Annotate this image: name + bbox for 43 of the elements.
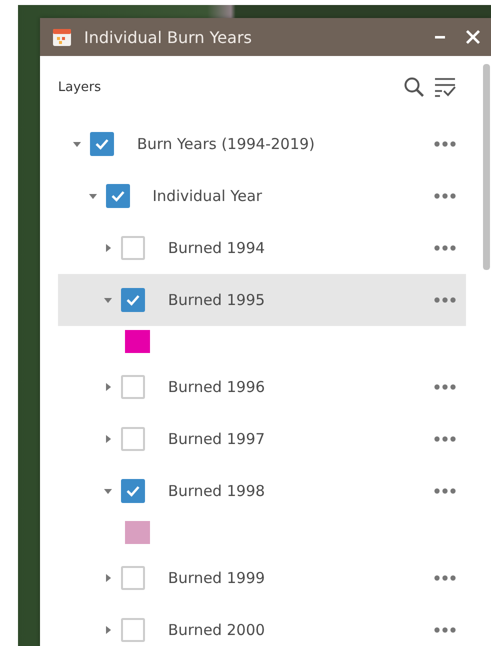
more-options-icon[interactable] [434,245,456,251]
layer-label: Burned 1995 [168,291,266,309]
caret-right-icon[interactable] [103,382,113,392]
layer-label: Burn Years (1994-2019) [137,135,316,153]
caret-right-icon[interactable] [103,573,113,583]
more-options-icon[interactable] [434,627,456,633]
layer-label: Burned 2000 [168,621,266,639]
layer-label: Burned 1996 [168,378,266,396]
checkbox[interactable] [121,618,145,642]
window-title: Individual Burn Years [84,28,253,46]
filter-list-icon[interactable] [433,76,457,98]
checkbox[interactable] [121,375,145,399]
more-options-icon[interactable] [434,141,456,147]
checkbox[interactable] [90,132,114,156]
layer-label: Burned 1994 [168,239,266,257]
checkbox[interactable] [121,566,145,590]
layer-label: Burned 1998 [168,482,266,500]
scrollbar-thumb[interactable] [483,64,490,270]
checkbox[interactable] [121,288,145,312]
caret-down-icon[interactable] [72,139,82,149]
more-options-icon[interactable] [434,575,456,581]
caret-down-icon[interactable] [88,191,98,201]
more-options-icon[interactable] [434,488,456,494]
layer-label: Burned 1999 [168,569,266,587]
checkbox[interactable] [121,427,145,451]
layer-label: Individual Year [152,187,264,205]
search-icon[interactable] [403,76,425,98]
calendar-icon [52,27,72,47]
caret-right-icon[interactable] [103,243,113,253]
more-options-icon[interactable] [434,297,456,303]
checkbox[interactable] [121,236,145,260]
panel-heading: Layers [58,80,102,94]
layer-row[interactable]: Burned 1995 [58,274,466,326]
checkbox[interactable] [121,479,145,503]
caret-down-icon[interactable] [103,295,113,305]
more-options-icon[interactable] [434,193,456,199]
layer-label: Burned 1997 [168,430,266,448]
caret-right-icon[interactable] [103,625,113,635]
checkbox[interactable] [106,184,130,208]
caret-down-icon[interactable] [103,486,113,496]
more-options-icon[interactable] [434,436,456,442]
more-options-icon[interactable] [434,384,456,390]
caret-right-icon[interactable] [103,434,113,444]
